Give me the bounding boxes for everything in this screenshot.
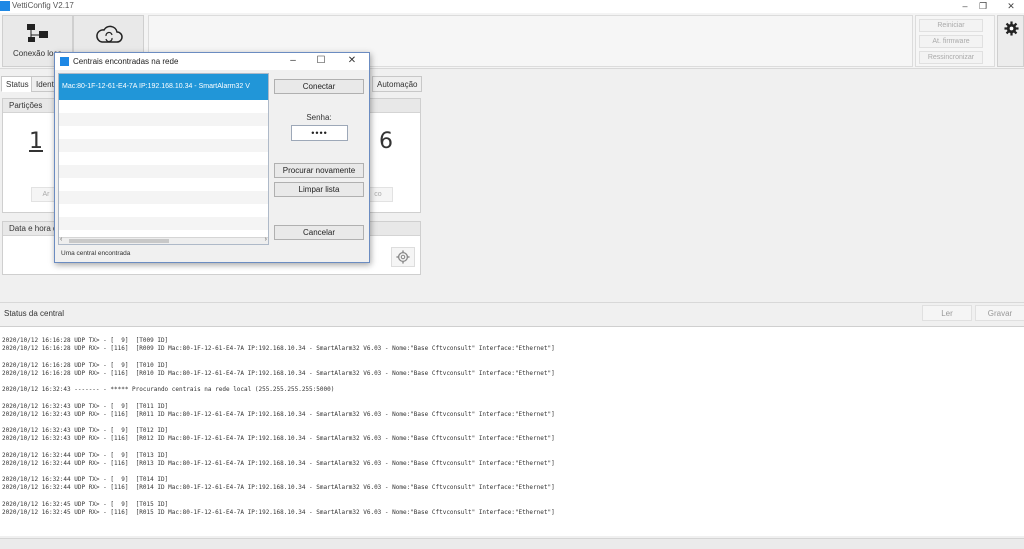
settings-button[interactable]: [997, 15, 1024, 67]
log-line: 2020/10/12 16:32:43 UDP RX> - [116] [R01…: [2, 410, 555, 418]
close-icon[interactable]: ✕: [996, 0, 1024, 13]
chevron-left-icon[interactable]: ‹: [60, 236, 62, 243]
network-icon: [27, 24, 48, 42]
list-item-empty: [59, 100, 268, 113]
write-button[interactable]: Gravar: [975, 305, 1024, 321]
log-line: 2020/10/12 16:32:43 UDP TX> - [ 9] [T012…: [2, 427, 169, 435]
gear-icon: [1004, 21, 1019, 36]
restore-icon[interactable]: ❐: [968, 0, 998, 13]
cancel-button[interactable]: Cancelar: [274, 225, 364, 240]
window-title: VettiConfig V2.17: [12, 1, 74, 10]
app-icon: [0, 1, 10, 11]
log-top-padding: [2, 327, 1022, 337]
log-line: 2020/10/12 16:32:44 UDP RX> - [116] [R01…: [2, 459, 555, 467]
log-line: 2020/10/12 16:32:43 UDP TX> - [ 9] [T011…: [2, 402, 169, 410]
window-titlebar: VettiConfig V2.17 – ❐ ✕: [0, 0, 1024, 13]
app-icon: [60, 57, 69, 66]
list-item-empty: [59, 165, 268, 178]
log-line: 2020/10/12 16:32:44 UDP TX> - [ 9] [T013…: [2, 451, 169, 459]
log-line: 2020/10/12 16:32:43 ------- - ***** Proc…: [2, 386, 335, 394]
dialog-titlebar: Centrais encontradas na rede – ☐ ✕: [55, 53, 369, 70]
log-line: 2020/10/12 16:32:45 UDP RX> - [116] [R01…: [2, 508, 555, 516]
list-item-empty: [59, 191, 268, 204]
device-commands: Reiniciar At. firmware Ressincronizar: [915, 15, 995, 67]
partition-count[interactable]: 1: [29, 129, 43, 154]
list-item[interactable]: Mac:80-1F-12-61-E4-7A IP:192.168.10.34 -…: [59, 74, 268, 100]
centrals-list[interactable]: Mac:80-1F-12-61-E4-7A IP:192.168.10.34 -…: [58, 73, 269, 245]
log-line: 2020/10/12 16:32:44 UDP RX> - [116] [R01…: [2, 484, 555, 492]
log-line: 2020/10/12 16:32:43 UDP RX> - [116] [R01…: [2, 435, 555, 443]
log-line: 2020/10/12 16:32:45 UDP TX> - [ 9] [T015…: [2, 500, 169, 508]
cloud-sync-icon: [96, 25, 123, 43]
resync-button[interactable]: Ressincronizar: [919, 51, 983, 64]
clear-list-button[interactable]: Limpar lista: [274, 182, 364, 197]
firmware-button[interactable]: At. firmware: [919, 35, 983, 48]
list-item-empty: [59, 178, 268, 191]
dialog-title: Centrais encontradas na rede: [73, 57, 179, 66]
bottom-status-strip: [0, 538, 1024, 549]
search-again-button[interactable]: Procurar novamente: [274, 163, 364, 178]
list-item-empty: [59, 139, 268, 152]
log-line: 2020/10/12 16:32:44 UDP TX> - [ 9] [T014…: [2, 476, 169, 484]
tab-automation[interactable]: Automação: [372, 76, 423, 92]
dialog-status: Uma central encontrada: [61, 250, 131, 257]
central-status-label: Status da central: [4, 309, 65, 318]
horizontal-scrollbar[interactable]: ‹ ›: [59, 236, 268, 244]
log-line: 2020/10/12 16:16:28 UDP RX> - [116] [R00…: [2, 345, 555, 353]
list-item-empty: [59, 217, 268, 230]
restart-button[interactable]: Reiniciar: [919, 19, 983, 32]
datetime-settings-button[interactable]: [391, 247, 415, 267]
password-label: Senha:: [306, 113, 332, 122]
right-count: 6: [379, 129, 393, 154]
maximize-icon[interactable]: ☐: [310, 55, 332, 68]
list-item-empty: [59, 113, 268, 126]
gear-icon: [396, 250, 410, 264]
list-item-empty: [59, 126, 268, 139]
log-line: 2020/10/12 16:16:28 UDP TX> - [ 9] [T009…: [2, 337, 169, 344]
minimize-icon[interactable]: –: [282, 55, 304, 68]
list-item-empty: [59, 152, 268, 165]
close-icon[interactable]: ✕: [341, 55, 363, 68]
log-line: 2020/10/12 16:16:28 UDP RX> - [116] [R01…: [2, 369, 555, 377]
password-field[interactable]: ••••: [291, 125, 348, 141]
read-button[interactable]: Ler: [922, 305, 972, 321]
list-item-empty: [59, 204, 268, 217]
scrollbar-thumb[interactable]: [69, 239, 169, 243]
central-status-bar: Status da central Ler Gravar: [0, 302, 1024, 322]
connect-button[interactable]: Conectar: [274, 79, 364, 94]
communication-log[interactable]: 2020/10/12 16:16:28 UDP TX> - [ 9] [T009…: [0, 326, 1024, 536]
found-centrals-dialog: Centrais encontradas na rede – ☐ ✕ Mac:8…: [54, 52, 370, 263]
chevron-right-icon[interactable]: ›: [265, 236, 267, 243]
log-line: 2020/10/12 16:16:28 UDP TX> - [ 9] [T010…: [2, 361, 169, 369]
tab-status[interactable]: Status: [1, 76, 34, 92]
